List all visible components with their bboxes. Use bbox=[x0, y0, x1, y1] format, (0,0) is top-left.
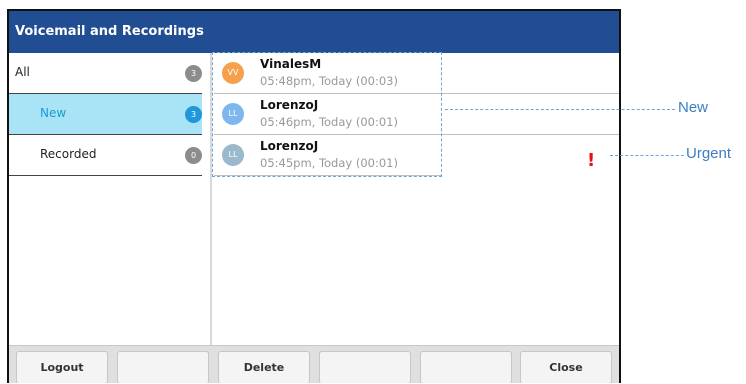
softkey-bar: Logout Delete Close bbox=[9, 345, 619, 383]
softkey-2-button[interactable] bbox=[117, 351, 209, 383]
new-callout-label: New bbox=[678, 99, 709, 116]
stage: Voicemail and Recordings All 3 New 3 Rec… bbox=[0, 0, 746, 384]
avatar: LL bbox=[222, 144, 244, 166]
urgent-icon: ! bbox=[587, 150, 596, 171]
sidebar-item-label: All bbox=[15, 65, 30, 79]
voicemail-row[interactable]: LL LorenzoJ 05:46pm, Today (00:01) bbox=[214, 94, 442, 135]
sidebar-item-new[interactable]: New 3 bbox=[9, 94, 202, 135]
sidebar-item-label: New bbox=[40, 106, 67, 120]
message-time: 05:46pm, Today (00:01) bbox=[260, 115, 398, 129]
sidebar-item-recorded[interactable]: Recorded 0 bbox=[9, 135, 202, 176]
voicemail-row[interactable]: LL LorenzoJ 05:45pm, Today (00:01) bbox=[214, 135, 442, 176]
new-callout-line bbox=[445, 109, 675, 110]
row-divider bbox=[442, 134, 619, 135]
screen-title: Voicemail and Recordings bbox=[9, 11, 619, 53]
softkey-5-button[interactable] bbox=[420, 351, 512, 383]
caller-name: LorenzoJ bbox=[260, 139, 319, 153]
sidebar-item-all[interactable]: All 3 bbox=[9, 53, 202, 94]
softkey-4-button[interactable] bbox=[319, 351, 411, 383]
count-badge: 0 bbox=[185, 147, 202, 164]
voicemail-row[interactable]: VV VinalesM 05:48pm, Today (00:03) bbox=[214, 53, 442, 94]
message-time: 05:45pm, Today (00:01) bbox=[260, 156, 398, 170]
caller-name: VinalesM bbox=[260, 57, 322, 71]
folder-sidebar: All 3 New 3 Recorded 0 bbox=[9, 53, 212, 345]
count-badge: 3 bbox=[185, 65, 202, 82]
urgent-callout-label: Urgent bbox=[686, 145, 732, 162]
voicemail-list: VV VinalesM 05:48pm, Today (00:03) LL Lo… bbox=[214, 53, 442, 183]
delete-button[interactable]: Delete bbox=[218, 351, 310, 383]
count-badge: 3 bbox=[185, 106, 202, 123]
close-button[interactable]: Close bbox=[520, 351, 612, 383]
message-time: 05:48pm, Today (00:03) bbox=[260, 74, 398, 88]
sidebar-item-label: Recorded bbox=[40, 147, 97, 161]
row-divider bbox=[442, 93, 619, 94]
caller-name: LorenzoJ bbox=[260, 98, 319, 112]
urgent-callout-line bbox=[610, 155, 684, 156]
logout-button[interactable]: Logout bbox=[16, 351, 108, 383]
avatar: LL bbox=[222, 103, 244, 125]
phone-screen: Voicemail and Recordings All 3 New 3 Rec… bbox=[7, 9, 621, 383]
avatar: VV bbox=[222, 62, 244, 84]
